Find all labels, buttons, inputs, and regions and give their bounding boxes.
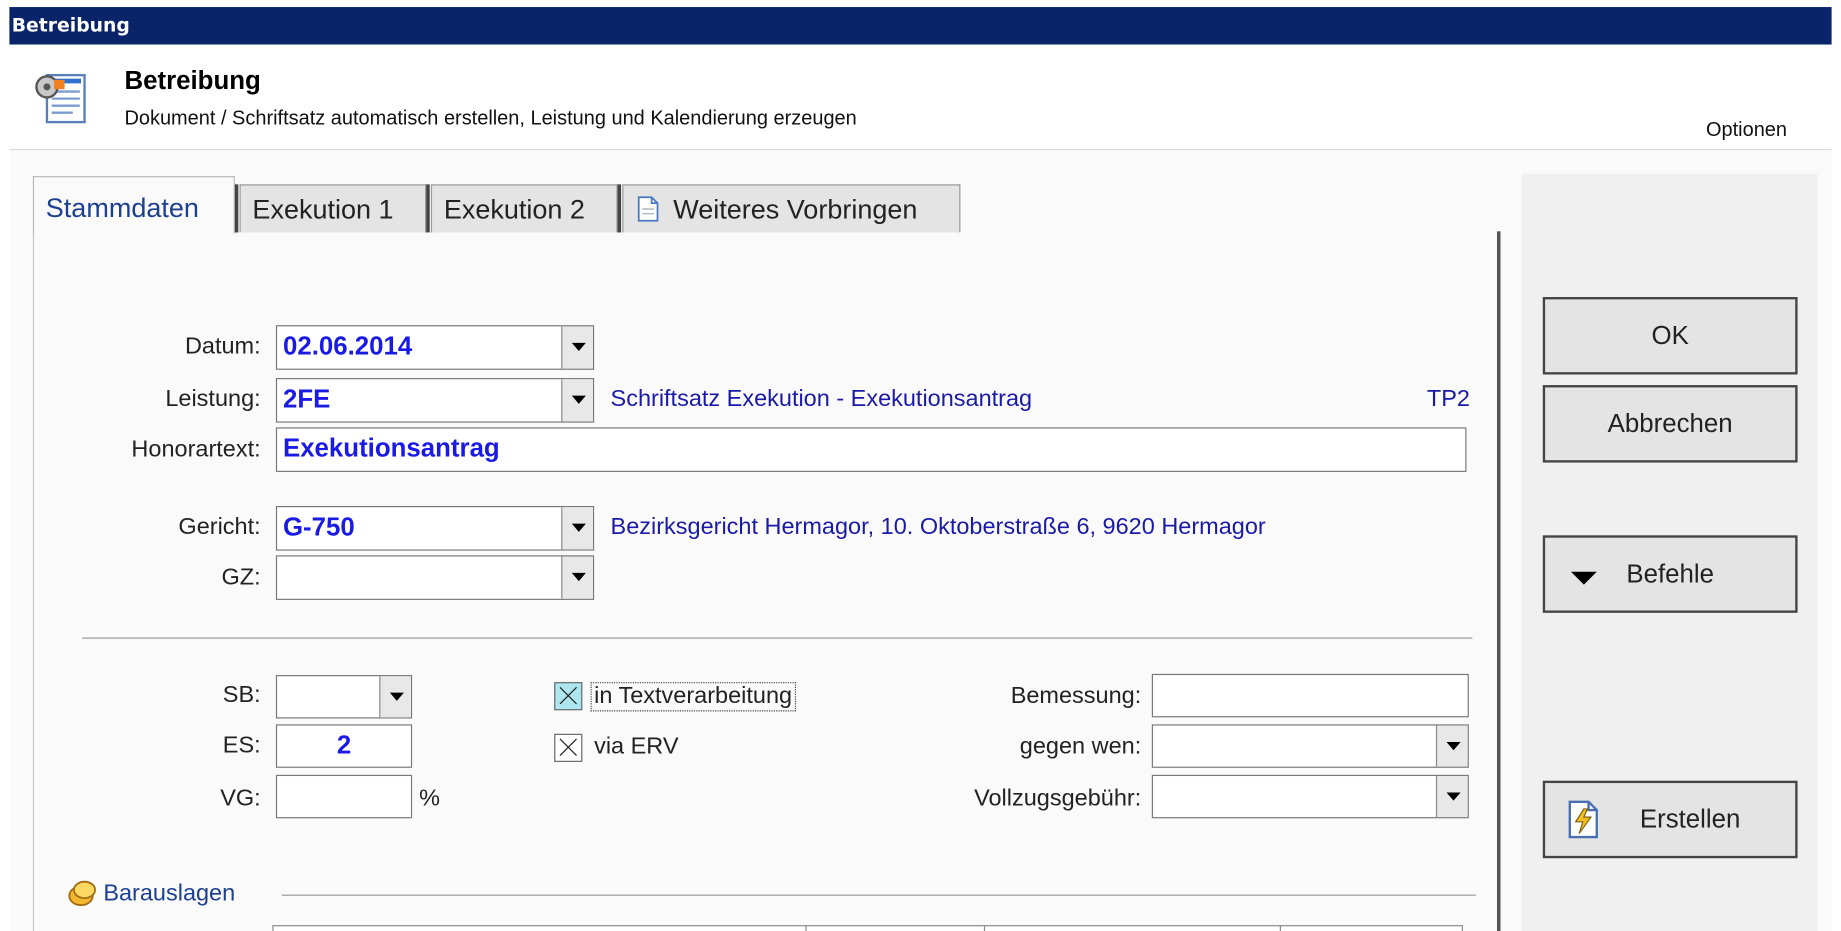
in-textverarbeitung-label[interactable]: in Textverarbeitung <box>590 682 796 712</box>
chevron-down-icon <box>1570 571 1597 585</box>
gz-dropdown-button[interactable] <box>561 556 593 599</box>
datum-combo[interactable]: 02.06.2014 <box>275 325 595 370</box>
create-button[interactable]: Erstellen <box>1542 780 1798 859</box>
leistung-code: TP2 <box>1426 386 1470 413</box>
tab-label: Stammdaten <box>45 192 199 224</box>
tab-separator <box>426 184 430 233</box>
gericht-value: G-750 <box>282 511 355 542</box>
gegen-wen-combo[interactable] <box>1151 724 1469 768</box>
leistung-label: Leistung: <box>165 386 261 413</box>
dialog-title: Betreibung <box>124 65 261 96</box>
leistung-dropdown-button[interactable] <box>561 379 593 422</box>
sb-label: SB: <box>222 682 261 708</box>
gericht-dropdown-button[interactable] <box>561 507 593 550</box>
datum-value: 02.06.2014 <box>282 331 413 361</box>
tab-label: Weiteres Vorbringen <box>673 193 918 225</box>
tab-label: Exekution 1 <box>252 193 394 225</box>
vollzugsgebuehr-combo[interactable] <box>1151 774 1469 819</box>
es-label: ES: <box>222 732 261 759</box>
tab-label: Exekution 2 <box>443 193 585 225</box>
datum-dropdown-button[interactable] <box>561 326 593 369</box>
tab-weiteres-vorbringen[interactable]: Weiteres Vorbringen <box>622 184 961 233</box>
honorartext-value: Exekutionsantrag <box>282 433 500 463</box>
leistung-description: Schriftsatz Exekution - Exekutionsantrag <box>610 386 1033 413</box>
commands-label: Befehle <box>1626 558 1714 589</box>
tab-exekution-2[interactable]: Exekution 2 <box>430 184 618 233</box>
cancel-button[interactable]: Abbrechen <box>1542 385 1798 463</box>
vg-label: VG: <box>220 785 261 812</box>
sb-dropdown-button[interactable] <box>379 676 411 718</box>
barauslagen-grid[interactable] <box>272 925 1463 931</box>
gericht-description: Bezirksgericht Hermagor, 10. Oktoberstra… <box>610 514 1266 541</box>
commands-button[interactable]: Befehle <box>1542 535 1798 613</box>
create-document-icon <box>1568 800 1598 839</box>
section-divider <box>82 637 1473 639</box>
grid-column-divider <box>805 925 807 931</box>
gericht-label: Gericht: <box>178 514 261 541</box>
in-textverarbeitung-checkbox[interactable] <box>554 682 583 711</box>
es-value: 2 <box>336 730 352 760</box>
gz-label: GZ: <box>221 564 261 591</box>
gz-combo[interactable] <box>275 555 595 600</box>
tab-exekution-1[interactable]: Exekution 1 <box>239 184 427 233</box>
document-icon <box>637 196 659 222</box>
leistung-combo[interactable]: 2FE <box>275 378 595 423</box>
via-erv-checkbox[interactable] <box>554 733 583 762</box>
bemessung-input[interactable] <box>1151 673 1469 718</box>
grid-column-divider <box>983 925 986 931</box>
bemessung-label: Bemessung: <box>1010 683 1142 710</box>
create-label: Erstellen <box>1639 804 1741 834</box>
tab-stammdaten[interactable]: Stammdaten <box>32 176 235 234</box>
sb-combo[interactable] <box>275 675 413 719</box>
tab-separator <box>234 184 239 233</box>
dialog-window: Betreibung Betreibung Dokument / Schrift… <box>0 0 1841 931</box>
barauslagen-divider <box>281 894 1476 896</box>
leistung-value: 2FE <box>282 383 331 414</box>
es-input[interactable]: 2 <box>275 724 413 768</box>
window-title: Betreibung <box>9 7 1832 45</box>
via-erv-label[interactable]: via ERV <box>594 734 678 761</box>
vg-unit: % <box>419 785 441 812</box>
options-link[interactable]: Optionen <box>1706 119 1787 142</box>
gegen-wen-dropdown-button[interactable] <box>1435 725 1468 767</box>
dialog-header <box>9 44 1832 151</box>
ok-button[interactable]: OK <box>1542 297 1798 375</box>
vollzugsgebuehr-dropdown-button[interactable] <box>1435 776 1468 818</box>
honorartext-input[interactable]: Exekutionsantrag <box>275 427 1467 472</box>
grid-column-divider <box>1279 925 1281 931</box>
tab-separator <box>617 184 622 233</box>
ok-label: OK <box>1651 320 1689 350</box>
cancel-label: Abbrechen <box>1607 408 1733 438</box>
coins-icon <box>68 880 96 907</box>
document-settings-icon <box>35 73 86 124</box>
barauslagen-label[interactable]: Barauslagen <box>103 881 235 908</box>
honorartext-label: Honorartext: <box>131 436 261 463</box>
vg-input[interactable] <box>275 774 413 819</box>
datum-label: Datum: <box>184 333 261 360</box>
gericht-combo[interactable]: G-750 <box>275 506 595 551</box>
dialog-subtitle: Dokument / Schriftsatz automatisch erste… <box>124 106 857 130</box>
gegen-wen-label: gegen wen: <box>1019 733 1142 760</box>
vollzugsgebuehr-label: Vollzugsgebühr: <box>974 785 1142 812</box>
